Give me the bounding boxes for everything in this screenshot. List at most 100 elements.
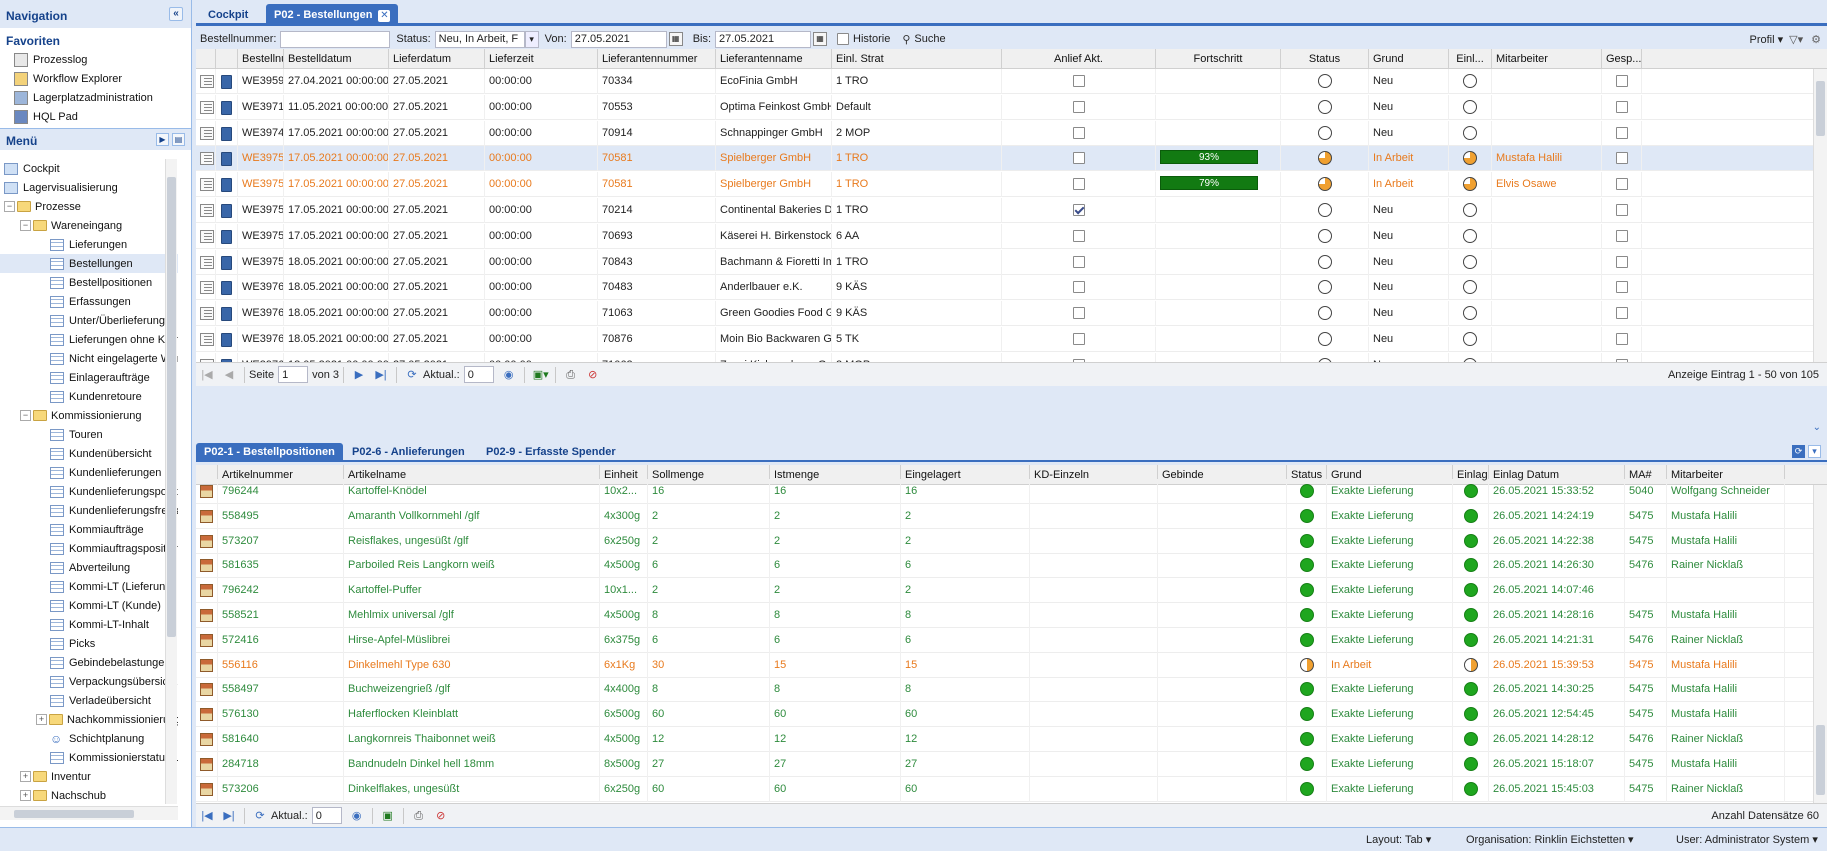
organisation-selector[interactable]: Organisation: Rinklin Eichstetten ▾ [1466,833,1634,846]
table-row[interactable]: WE397434-...17.05.2021 00:00:0027.05.202… [196,120,1827,146]
menu-item-bestellungen[interactable]: Bestellungen [0,254,178,273]
column-header[interactable]: Status [1281,49,1369,69]
favorite-item[interactable]: Lagerplatzadministration [0,88,191,107]
row-doc-cell[interactable] [216,327,238,352]
collapse-icon[interactable]: − [20,410,31,421]
gesperrt-checkbox[interactable] [1615,152,1628,165]
apply-icon[interactable]: ◉ [502,368,516,382]
last-page-icon[interactable]: ▶| [222,809,236,823]
favorite-item[interactable]: HQL Pad [0,107,191,126]
menu-item-kommi-lt-inhalt[interactable]: Kommi-LT-Inhalt [0,615,178,634]
menu-item-kommi-lt-lieferung-[interactable]: Kommi-LT (Lieferung) [0,577,178,596]
row-edit-cell[interactable] [196,301,216,327]
tab-erfasste-spender[interactable]: P02-9 - Erfasste Spender [478,443,624,462]
gesperrt-checkbox[interactable] [1615,178,1628,191]
menu-item-kommiauftragspositione[interactable]: Kommiauftragspositione [0,539,178,558]
row-doc-cell[interactable] [216,120,238,146]
table-row[interactable]: 796244 Kartoffel-Knödel 10x2... 16 16 16 Exakt… [196,479,1827,504]
row-edit-cell[interactable] [196,94,216,120]
document-icon[interactable] [221,178,232,193]
menu-item-kundenlieferungsfreigab[interactable]: Kundenlieferungsfreigab [0,501,178,520]
row-doc-cell[interactable] [216,198,238,223]
menu-item-kommissionierung[interactable]: − Kommissionierung [0,406,178,425]
gesperrt-checkbox[interactable] [1615,255,1628,268]
column-header[interactable]: Anlief Akt. [1002,49,1156,69]
filter-icon[interactable]: ▽▾ [1789,33,1803,46]
column-header[interactable]: Grund [1369,49,1449,69]
table-row[interactable]: 573207 Reisflakes, ungesüßt /glf 6x250g 2 2 2… [196,528,1827,554]
anlief-checkbox[interactable] [1072,333,1085,346]
menu-item-erfassungen[interactable]: Erfassungen [0,292,178,311]
edit-icon[interactable] [200,126,214,140]
anlief-checkbox[interactable] [1072,75,1085,88]
row-doc-cell[interactable] [216,69,238,94]
first-page-icon[interactable]: |◀ [200,809,214,823]
anlief-checkbox[interactable] [1072,126,1085,139]
edit-icon[interactable] [200,152,214,166]
document-icon[interactable] [221,307,232,322]
table-row[interactable]: WE395944-...27.04.2021 00:00:0027.05.202… [196,69,1827,94]
table-row[interactable]: 573206 Dinkelflakes, ungesüßt 6x250g 60 60 60… [196,776,1827,802]
menu-item-kommi-lt-kunde-[interactable]: Kommi-LT (Kunde) [0,596,178,615]
bis-date-input[interactable] [715,30,812,48]
expand-icon[interactable]: + [36,714,47,725]
article-icon[interactable] [200,633,213,647]
prev-page-icon[interactable]: ◀ [222,368,236,382]
collapse-icon[interactable]: − [20,220,31,231]
column-header[interactable]: Fortschritt [1156,49,1281,69]
document-icon[interactable] [221,75,232,89]
tab-p02-bestellungen[interactable]: P02 - Bestellungen ✕ [266,4,399,26]
menu-item-wareneingang[interactable]: − Wareneingang [0,216,178,235]
apply-icon[interactable]: ◉ [350,809,364,823]
status-select[interactable] [434,30,525,48]
row-icon-cell[interactable] [196,528,218,554]
table-row[interactable]: 284718 Bandnudeln Dinkel hell 18mm 8x500g 2… [196,751,1827,777]
row-doc-cell[interactable] [216,172,238,198]
table-row[interactable]: WE397521-...17.05.2021 00:00:0027.05.202… [196,172,1827,198]
table-row[interactable]: 796242 Kartoffel-Puffer 10x1... 2 2 2 Exakte L… [196,578,1827,604]
row-edit-cell[interactable] [196,172,216,198]
row-edit-cell[interactable] [196,249,216,275]
document-icon[interactable] [221,281,232,296]
column-header[interactable]: Bestelldatum [284,49,389,69]
menu-item-lieferungen[interactable]: Lieferungen [0,235,178,254]
row-icon-cell[interactable] [196,702,218,728]
row-doc-cell[interactable] [216,146,238,172]
page-number-input[interactable] [278,366,309,383]
article-icon[interactable] [200,609,213,622]
favorite-item[interactable]: Workflow Explorer [0,69,191,88]
edit-icon[interactable] [200,333,214,346]
anlief-checkbox[interactable] [1072,255,1085,268]
menu-item-schichtplanung[interactable]: ☺ Schichtplanung [0,729,178,748]
tab-anlieferungen[interactable]: P02-6 - Anlieferungen [344,443,473,462]
article-icon[interactable] [200,757,213,771]
row-doc-cell[interactable] [216,301,238,327]
article-icon[interactable] [200,782,213,796]
clear-filter-icon[interactable]: ⊘ [434,809,448,823]
menu-vertical-scrollbar[interactable] [165,159,177,804]
collapse-panel-button[interactable]: « [169,7,183,21]
menu-item-bestellpositionen[interactable]: Bestellpositionen [0,273,178,292]
anlief-checkbox[interactable] [1072,307,1085,320]
column-header[interactable]: Bestellnum... [238,49,284,69]
row-doc-cell[interactable] [216,275,238,301]
document-icon[interactable] [221,204,232,218]
article-icon[interactable] [200,683,213,697]
table-row[interactable]: WE397612-...18.05.2021 00:00:0027.05.202… [196,301,1827,327]
row-doc-cell[interactable] [216,94,238,120]
menu-item-lieferungen-ohne-komm[interactable]: Lieferungen ohne Komm [0,330,178,349]
menu-item-unter-überlieferung[interactable]: Unter/Überlieferung [0,311,178,330]
suche-button[interactable]: Suche [914,33,945,45]
article-icon[interactable] [200,708,213,722]
layout-selector[interactable]: Layout: Tab ▾ [1366,833,1431,846]
print-icon[interactable]: ⎙ [412,809,426,823]
first-page-icon[interactable]: |◀ [200,368,214,382]
row-icon-cell[interactable] [196,776,218,802]
anlief-checkbox[interactable] [1072,152,1085,165]
gear-icon[interactable]: ⚙ [1811,33,1821,46]
orders-vertical-scrollbar[interactable] [1813,69,1827,363]
column-header[interactable]: Mitarbeiter [1492,49,1602,69]
tab-bestellpositionen[interactable]: P02-1 - Bestellpositionen [196,443,343,462]
gesperrt-checkbox[interactable] [1615,281,1628,294]
gesperrt-checkbox[interactable] [1615,100,1628,113]
